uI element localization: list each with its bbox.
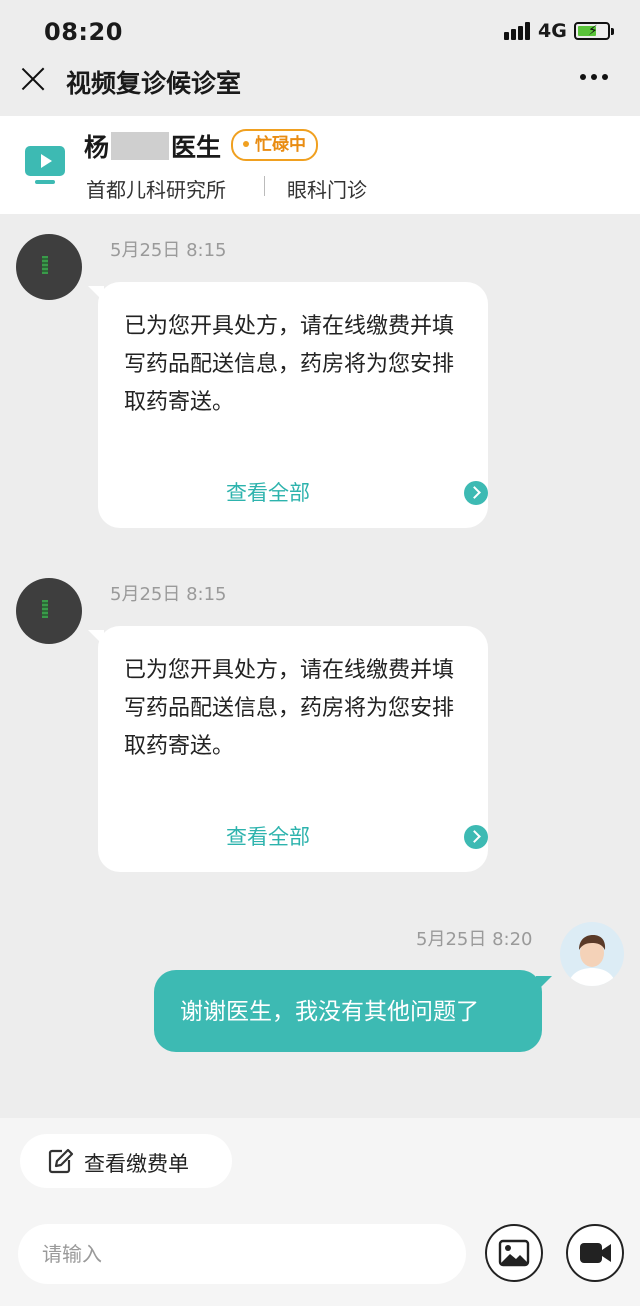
message-time: 5月25日 8:15	[110, 240, 227, 261]
name-redaction	[111, 132, 170, 160]
status-badge: 忙碌中	[231, 129, 318, 161]
image-button[interactable]	[485, 1224, 543, 1282]
view-bill-button[interactable]: 查看缴费单	[20, 1134, 232, 1188]
doctor-avatar[interactable]	[16, 234, 82, 300]
chevron-right-icon	[464, 825, 488, 849]
chevron-right-icon	[464, 481, 488, 505]
message-text: 已为您开具处方，请在线缴费并填写药品配送信息，药房将为您安排取药寄送。	[124, 658, 455, 759]
user-avatar-icon	[568, 935, 616, 986]
close-icon[interactable]	[20, 66, 46, 92]
video-room-icon	[25, 146, 65, 184]
message-text: 谢谢医生，我没有其他问题了	[180, 999, 479, 1025]
bottom-toolbar: 查看缴费单	[0, 1118, 640, 1306]
status-bar: 08:20 4G ⚡	[0, 0, 640, 60]
network-type: 4G	[538, 20, 567, 42]
view-all-link[interactable]: 查看全部	[226, 822, 488, 852]
nav-bar: 视频复诊候诊室	[0, 60, 640, 116]
image-icon	[498, 1239, 530, 1267]
message-input[interactable]	[18, 1224, 466, 1284]
department-name: 眼科门诊	[287, 178, 367, 202]
user-message: 谢谢医生，我没有其他问题了	[154, 970, 552, 1052]
divider	[264, 176, 265, 196]
prescription-message: 已为您开具处方，请在线缴费并填写药品配送信息，药房将为您安排取药寄送。 查看全部	[88, 282, 488, 528]
view-bill-label: 查看缴费单	[84, 1152, 189, 1176]
doctor-name: 杨医生	[84, 132, 222, 162]
page-title: 视频复诊候诊室	[66, 69, 242, 98]
view-all-link[interactable]: 查看全部	[226, 478, 488, 508]
user-avatar[interactable]	[560, 922, 624, 986]
more-icon[interactable]	[580, 74, 610, 82]
video-camera-icon	[580, 1243, 611, 1263]
message-time: 5月25日 8:20	[416, 929, 533, 950]
status-time: 08:20	[44, 18, 123, 46]
edit-icon	[48, 1148, 74, 1174]
prescription-message: 已为您开具处方，请在线缴费并填写药品配送信息，药房将为您安排取药寄送。 查看全部	[88, 626, 488, 872]
doctor-header: 杨医生 忙碌中 首都儿科研究所 眼科门诊	[0, 116, 640, 214]
hospital-name: 首都儿科研究所	[86, 178, 226, 202]
message-time: 5月25日 8:15	[110, 584, 227, 605]
doctor-avatar[interactable]	[16, 578, 82, 644]
battery-icon: ⚡	[574, 22, 614, 40]
message-text: 已为您开具处方，请在线缴费并填写药品配送信息，药房将为您安排取药寄送。	[124, 314, 455, 415]
signal-icon	[504, 22, 534, 40]
video-call-button[interactable]	[566, 1224, 624, 1282]
